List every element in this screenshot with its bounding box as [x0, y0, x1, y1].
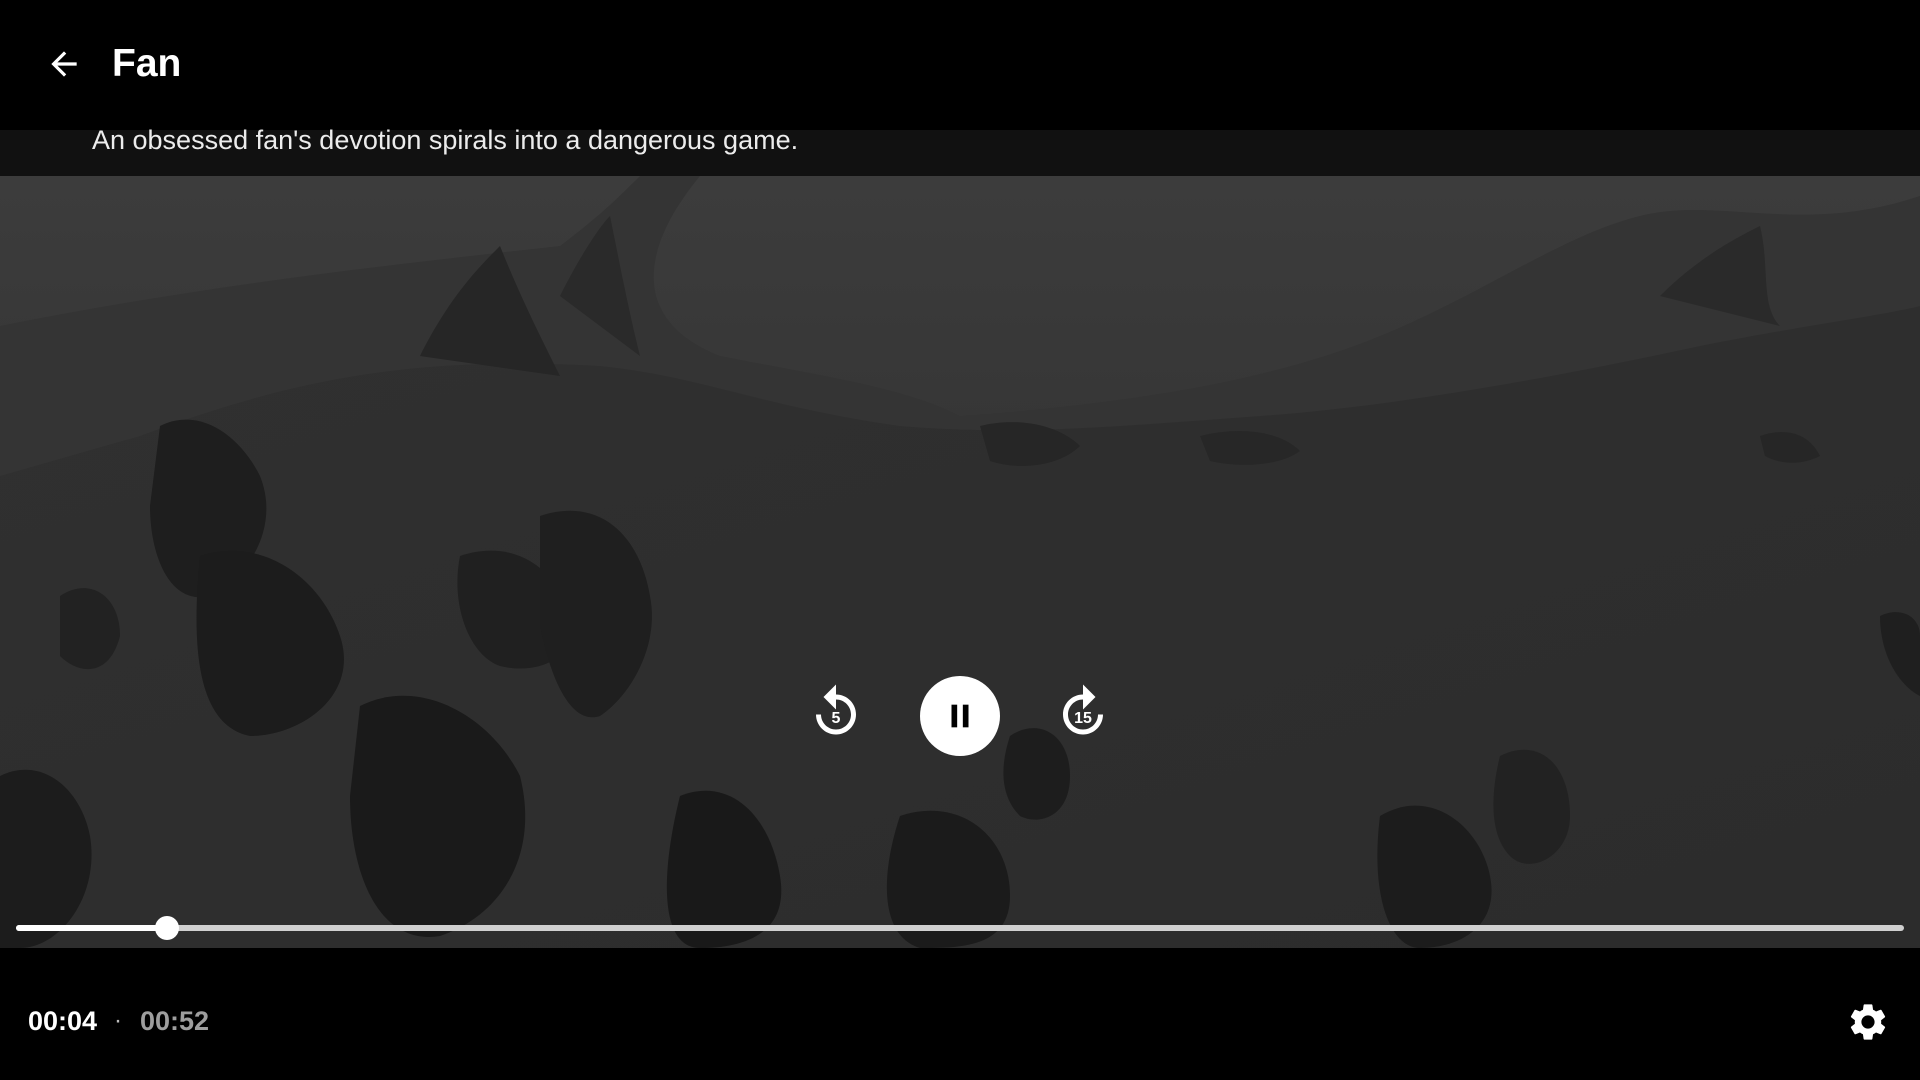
forward-button[interactable]: 15 — [1047, 676, 1119, 748]
total-duration: 00:52 — [140, 1006, 210, 1036]
top-bar: Fan — [0, 0, 1920, 130]
rewind-seconds-label: 5 — [831, 710, 841, 727]
seek-thumb[interactable] — [155, 916, 180, 940]
bottom-bar — [0, 948, 1920, 1080]
playback-controls: 5 15 — [0, 176, 1920, 948]
pause-icon — [951, 704, 969, 728]
rewind-button[interactable]: 5 — [800, 676, 872, 748]
current-time: 00:04 — [28, 1006, 98, 1036]
video-player: Fan An obsessed fan's devotion spirals i… — [0, 0, 1920, 1080]
forward-seconds-label: 15 — [1074, 710, 1092, 727]
pause-button[interactable] — [920, 676, 1000, 756]
back-button[interactable] — [34, 34, 94, 94]
settings-button[interactable] — [1842, 996, 1894, 1048]
video-title: Fan — [112, 42, 182, 85]
video-description: An obsessed fan's devotion spirals into … — [92, 125, 799, 155]
arrow-left-icon — [51, 51, 77, 77]
gear-icon — [1850, 1004, 1886, 1040]
time-separator: · — [114, 1007, 122, 1034]
seek-bar[interactable] — [16, 916, 1904, 940]
seek-progress-fill — [16, 925, 168, 931]
